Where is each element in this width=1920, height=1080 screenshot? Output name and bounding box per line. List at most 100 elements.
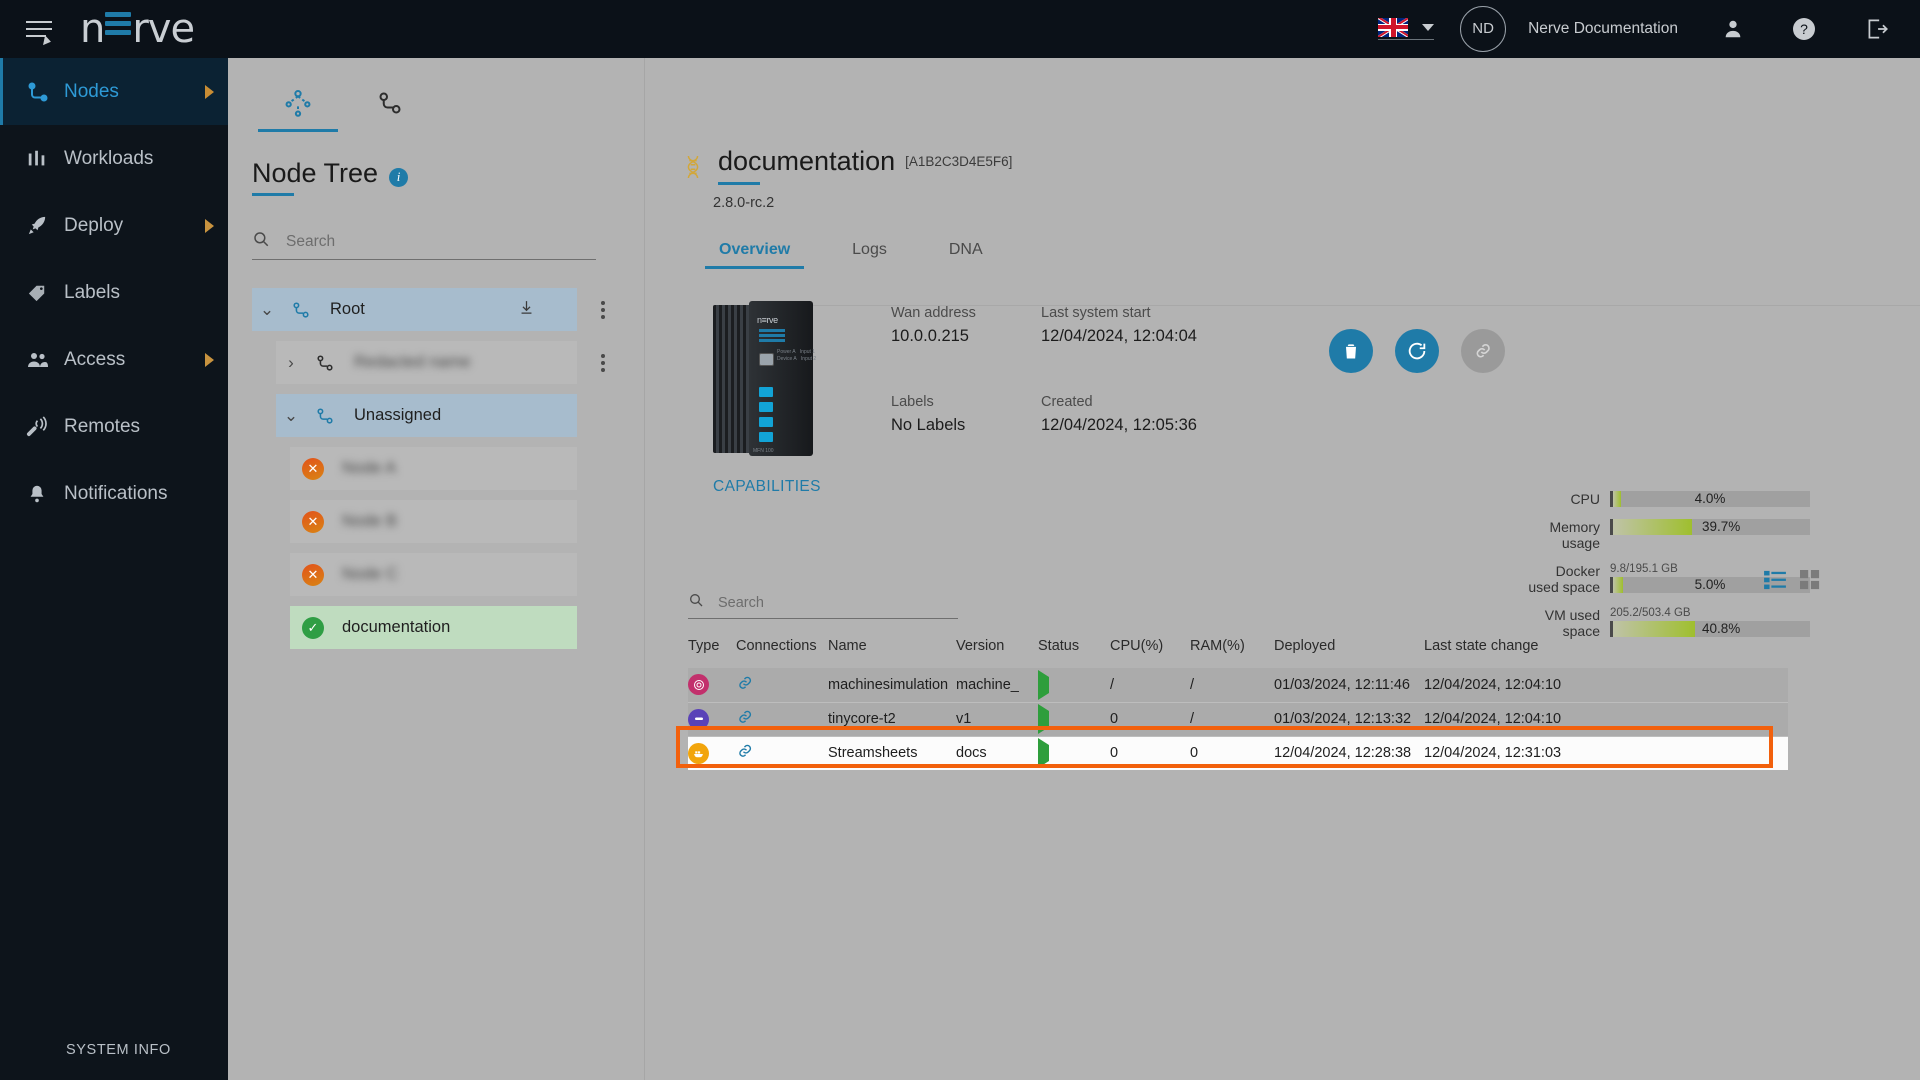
- workload-table: Type Connections Name Version Status CPU…: [688, 638, 1788, 770]
- info-created: Created 12/04/2024, 12:05:36: [1041, 394, 1281, 457]
- status-error-icon: ✕: [302, 511, 324, 533]
- node-detail-panel: documentation [A1B2C3D4E5F6] 2.8.0-rc.2 …: [645, 58, 1920, 1080]
- search-icon: [688, 592, 704, 613]
- cell-connections[interactable]: [736, 668, 828, 702]
- tree-row-folder-redacted[interactable]: › Redacted name: [276, 341, 577, 384]
- column-cpu: CPU(%): [1110, 638, 1190, 668]
- svg-text:?: ?: [1800, 21, 1808, 37]
- tree-row-menu-icon[interactable]: [601, 298, 605, 322]
- table-row[interactable]: machinesimulation machine_ / / 01/03/202…: [688, 668, 1788, 702]
- workload-search-input[interactable]: [718, 595, 938, 611]
- chevron-down-icon[interactable]: [1422, 24, 1434, 31]
- tree-row-node-documentation[interactable]: ✓ documentation: [290, 606, 577, 649]
- tree-row-label: Node C: [342, 565, 398, 584]
- chevron-right-icon[interactable]: ›: [276, 353, 306, 373]
- table-header-row: Type Connections Name Version Status CPU…: [688, 638, 1788, 668]
- cell-name: tinycore-t2: [828, 702, 956, 736]
- grid-view-icon[interactable]: [1800, 570, 1820, 595]
- page-title: Node Tree: [252, 158, 378, 196]
- tab-overview[interactable]: Overview: [713, 241, 796, 269]
- cell-connections[interactable]: [736, 736, 828, 770]
- column-version: Version: [956, 638, 1038, 668]
- chevron-down-icon[interactable]: ⌄: [276, 406, 306, 426]
- info-label: Labels: [891, 394, 1041, 410]
- capabilities-link[interactable]: CAPABILITIES: [713, 478, 821, 496]
- status-running-icon: [1038, 704, 1049, 734]
- chevron-down-icon[interactable]: ⌄: [252, 300, 282, 320]
- menu-toggle-icon[interactable]: [26, 18, 52, 40]
- tree-row-label: Node B: [342, 512, 397, 531]
- device-image: n≡rve Power A Input 1Device A Input 2 MF…: [713, 301, 825, 456]
- workloads-icon: [26, 148, 64, 170]
- sidebar-item-notifications[interactable]: Notifications: [0, 460, 228, 527]
- cell-status: [1038, 668, 1110, 702]
- tree-row-label: Node A: [342, 459, 396, 478]
- tree-search[interactable]: [252, 230, 596, 260]
- tree-row-unassigned[interactable]: ⌄ Unassigned: [276, 394, 577, 437]
- user-profile-icon[interactable]: [1722, 18, 1744, 40]
- tab-dna[interactable]: DNA: [943, 241, 989, 269]
- dna-icon: [682, 154, 704, 185]
- sidebar-item-label: Deploy: [64, 215, 123, 237]
- usage-label: CPU: [1524, 491, 1610, 507]
- tree-tab-bar: [228, 58, 644, 132]
- table-row-highlighted[interactable]: Streamsheets docs 0 0 12/04/2024, 12:28:…: [688, 736, 1788, 770]
- delete-node-button[interactable]: [1329, 329, 1373, 373]
- tree-row-label: documentation: [342, 618, 450, 637]
- tree-row-node[interactable]: ✕ Node A: [290, 447, 577, 490]
- restart-node-button[interactable]: [1395, 329, 1439, 373]
- list-view-icon[interactable]: [1764, 570, 1786, 595]
- column-last-state-change: Last state change: [1424, 638, 1788, 668]
- language-selector[interactable]: [1378, 18, 1434, 40]
- access-users-icon: [26, 348, 64, 372]
- sidebar-item-access[interactable]: Access: [0, 326, 228, 393]
- info-value: 12/04/2024, 12:05:36: [1041, 416, 1281, 435]
- usage-label: VM used space: [1524, 607, 1610, 639]
- status-error-icon: ✕: [302, 458, 324, 480]
- tree-row-node[interactable]: ✕ Node C: [290, 553, 577, 596]
- usage-row-cpu: CPU 4.0%: [1524, 491, 1824, 507]
- logout-icon[interactable]: [1864, 16, 1890, 42]
- cell-version: machine_: [956, 668, 1038, 702]
- sidebar-item-nodes[interactable]: Nodes: [0, 58, 228, 125]
- logo-text-first: n: [80, 6, 104, 52]
- info-icon[interactable]: i: [389, 168, 408, 187]
- table-row[interactable]: tinycore-t2 v1 0 / 01/03/2024, 12:13:32 …: [688, 702, 1788, 736]
- help-icon[interactable]: ?: [1792, 17, 1816, 41]
- tree-row-label: Redacted name: [354, 353, 471, 372]
- cell-ram: /: [1190, 702, 1274, 736]
- avatar[interactable]: ND: [1460, 6, 1506, 52]
- sidebar-item-label: Notifications: [64, 483, 168, 505]
- workload-search[interactable]: [688, 592, 958, 619]
- info-value: 12/04/2024, 12:04:04: [1041, 327, 1281, 346]
- sidebar-item-deploy[interactable]: Deploy: [0, 192, 228, 259]
- sidebar-item-workloads[interactable]: Workloads: [0, 125, 228, 192]
- info-label: Wan address: [891, 305, 1041, 321]
- tree-row-node[interactable]: ✕ Node B: [290, 500, 577, 543]
- cell-connections[interactable]: [736, 702, 828, 736]
- workload-view-toggles: [1764, 570, 1820, 595]
- usage-label: Memory usage: [1524, 519, 1610, 551]
- tree-row-menu-icon[interactable]: [601, 351, 605, 375]
- tab-node-tree[interactable]: [252, 74, 344, 132]
- column-type: Type: [688, 638, 736, 668]
- usage-bar: 40.8%: [1610, 621, 1810, 637]
- sidebar: Nodes Workloads Deploy Labels: [0, 58, 228, 1080]
- link-icon: [736, 742, 754, 760]
- tab-logs[interactable]: Logs: [846, 241, 893, 269]
- cell-deployed: 12/04/2024, 12:28:38: [1274, 736, 1424, 770]
- system-info-label[interactable]: SYSTEM INFO: [66, 1042, 171, 1058]
- sidebar-item-remotes[interactable]: Remotes: [0, 393, 228, 460]
- tab-node-list[interactable]: [344, 74, 436, 132]
- cell-deployed: 01/03/2024, 12:11:46: [1274, 668, 1424, 702]
- sidebar-item-labels[interactable]: Labels: [0, 259, 228, 326]
- tree-row-root[interactable]: ⌄ Root: [252, 288, 577, 331]
- node-overview: n≡rve Power A Input 1Device A Input 2 MF…: [645, 295, 1920, 456]
- usage-row-memory: Memory usage 39.7%: [1524, 519, 1824, 551]
- tree-search-input[interactable]: [286, 233, 576, 251]
- cell-version: docs: [956, 736, 1038, 770]
- sidebar-item-label: Access: [64, 349, 125, 371]
- status-running-icon: [1038, 738, 1049, 768]
- app-root: n rve ND Nerve Documentation: [0, 0, 1920, 1080]
- download-tree-icon[interactable]: [518, 299, 535, 321]
